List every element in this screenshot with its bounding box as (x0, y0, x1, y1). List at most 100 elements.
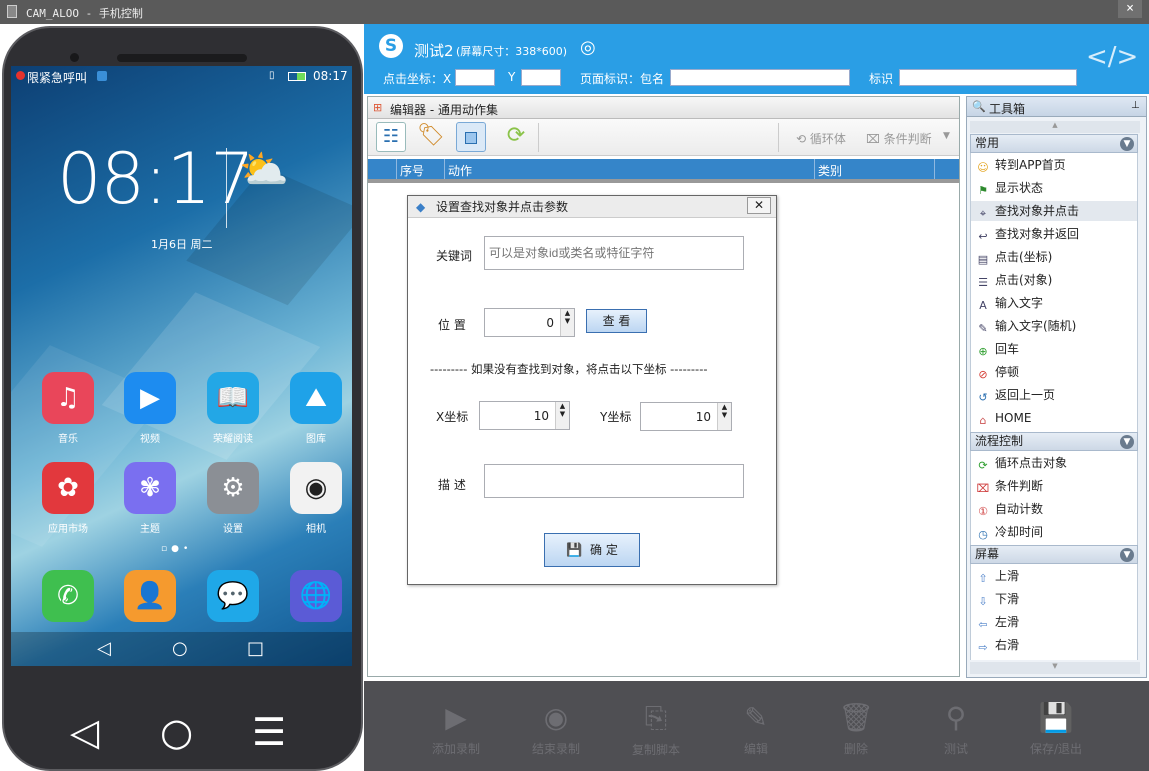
video-play-icon[interactable]: ▶ (124, 372, 176, 424)
condition-button[interactable]: ⌧ 条件判断 (866, 130, 932, 147)
toolbox-item[interactable]: ☰ 点击(对象) (976, 270, 1052, 290)
toolbox-item[interactable]: ▤ 点击(坐标) (976, 247, 1053, 267)
col-index[interactable]: 序号 (400, 162, 424, 179)
toolbox-item[interactable]: ⇧ 上滑 (976, 566, 1019, 586)
book-icon[interactable]: 📖 (207, 372, 259, 424)
chevron-down-icon[interactable]: ▼ (1120, 548, 1134, 562)
hw-home-icon[interactable]: ○ (160, 710, 193, 754)
toolbox-item[interactable]: ✎ 输入文字(随机) (976, 316, 1076, 336)
nav-back-icon[interactable]: ◁ (97, 638, 111, 659)
stepper-arrows-icon[interactable]: ▲ ▼ (560, 309, 574, 336)
toolbox-item[interactable]: ⌧ 条件判断 (976, 476, 1043, 496)
huawei-appstore-icon[interactable]: ✿ (42, 462, 94, 514)
coord-x-input[interactable] (455, 69, 495, 86)
phone-screen[interactable]: 限紧急呼叫 ▯ 08:17 08:17 ⛅ 1月6日 周二 ▫●• ◁ ○ □ … (11, 66, 352, 666)
contacts-icon[interactable]: 👤 (124, 570, 176, 622)
toolbox-section-header[interactable]: 屏幕 ▼ (970, 545, 1138, 564)
settings-gear-icon[interactable]: ⚙ (207, 462, 259, 514)
toolbar-divider (538, 123, 539, 152)
stepper-arrows-icon[interactable]: ▲ ▼ (717, 403, 731, 430)
code-tag-icon[interactable]: </> (1086, 42, 1138, 72)
status-time: 08:17 (313, 69, 348, 83)
stop-record-button[interactable]: ◉ 结束录制 (516, 701, 596, 757)
toolbox-item[interactable]: ① 自动计数 (976, 499, 1043, 519)
toolbox-item[interactable]: A 输入文字 (976, 293, 1043, 313)
x-coord-stepper[interactable]: 10 ▲ ▼ (479, 401, 570, 430)
toolbox-item[interactable]: ⌂ HOME (976, 408, 1032, 428)
toolbox-item[interactable]: ⌖ 查找对象并点击 (971, 201, 1137, 221)
save-button[interactable]: 💾 保存/退出 (1016, 701, 1096, 757)
col-category[interactable]: 类别 (818, 162, 842, 179)
position-stepper[interactable]: 0 ▲ ▼ (484, 308, 575, 337)
status-app-icon (97, 71, 107, 81)
ok-button[interactable]: 💾 确 定 (544, 533, 640, 567)
window-close-button[interactable]: × (1118, 0, 1142, 18)
tag-icon[interactable]: 🏷 (416, 122, 446, 152)
chevron-down-icon[interactable]: ▼ (1120, 435, 1134, 449)
view-button[interactable]: 查 看 (586, 309, 647, 333)
nav-recent-icon[interactable]: □ (247, 638, 264, 659)
dialog-close-button[interactable]: ✕ (747, 197, 771, 214)
toolbox-item-label: 点击(坐标) (995, 250, 1053, 264)
toolbox-item[interactable]: ◷ 冷却时间 (976, 522, 1043, 542)
toolbox-scroll-up[interactable]: ▲ (970, 121, 1140, 133)
loop-button[interactable]: ⟲ 循环体 (796, 130, 846, 147)
chevron-down-icon[interactable]: ▼ (1120, 137, 1134, 151)
copy-script-button[interactable]: ⎘ 复制脚本 (616, 701, 696, 758)
toolbox-scroll-down[interactable]: ▼ (970, 662, 1140, 674)
list-view-icon[interactable]: ☷ (376, 122, 406, 152)
app-icon (7, 5, 17, 18)
toolbox-section-header[interactable]: 常用 ▼ (970, 134, 1138, 153)
toolbox-item[interactable]: ⊘ 停顿 (976, 362, 1019, 382)
gallery-icon[interactable]: ⛰ (290, 372, 342, 424)
toolbox-item-label: 左滑 (995, 615, 1020, 629)
theme-icon[interactable]: ✾ (124, 462, 176, 514)
eye-icon[interactable]: ◎ (580, 37, 596, 58)
music-icon[interactable]: ♫ (42, 372, 94, 424)
bottom-toolbar: ▶ 添加录制 ◉ 结束录制 ⎘ 复制脚本 ✎ 编辑 🗑 删除 ⚲ 测试 💾 保存/退出 (364, 681, 1149, 771)
toolbox-item[interactable]: ⇦ 左滑 (976, 612, 1019, 632)
chevron-down-icon[interactable]: ▼ (943, 131, 950, 141)
col-action[interactable]: 动作 (448, 162, 472, 179)
y-coord-label: Y坐标 (600, 410, 632, 424)
toolbox-item-label: 冷却时间 (995, 525, 1044, 539)
pause-circle-icon: ⊘ (978, 368, 988, 381)
trash-button[interactable]: 🗑 删除 (816, 701, 896, 757)
toolbox-item[interactable]: ☺ 转到APP首页 (976, 155, 1065, 175)
coord-y-label: Y (508, 70, 516, 84)
nav-home-icon[interactable]: ○ (172, 638, 188, 659)
y-coord-stepper[interactable]: 10 ▲ ▼ (640, 402, 732, 431)
keyword-input[interactable] (484, 236, 744, 270)
bottom-button-label: 结束录制 (531, 742, 580, 756)
messages-icon[interactable]: 💬 (207, 570, 259, 622)
stepper-arrows-icon[interactable]: ▲ ▼ (555, 402, 569, 429)
phone-call-icon[interactable]: ✆ (42, 570, 94, 622)
record-button[interactable]: ▶ 添加录制 (416, 701, 496, 757)
window-titlebar: CAM_ALOO - 手机控制 × (0, 0, 1149, 24)
toolbox-section-body: ⇧ 上滑 ⇩ 下滑 ⇦ 左滑 ⇨ 右滑 (970, 564, 1138, 660)
hw-back-icon[interactable]: ◁ (70, 710, 99, 754)
toolbox-item-label: 显示状态 (995, 181, 1044, 195)
page-id-input[interactable] (670, 69, 850, 86)
x-coord-value: 10 (533, 409, 549, 423)
toolbox-item[interactable]: ⟳ 循环点击对象 (976, 453, 1067, 473)
toolbox-item[interactable]: ⇩ 下滑 (976, 589, 1019, 609)
mark-input[interactable] (899, 69, 1077, 86)
toolbox-item[interactable]: ⇨ 右滑 (976, 635, 1019, 655)
toolbox-item[interactable]: ↩ 查找对象并返回 (976, 224, 1079, 244)
edit-button[interactable]: ✎ 编辑 (716, 701, 796, 757)
toolbox-item[interactable]: ⚑ 显示状态 (976, 178, 1043, 198)
pin-icon[interactable]: ⊥ (1131, 100, 1140, 111)
toolbox-section-header[interactable]: 流程控制 ▼ (970, 432, 1138, 451)
toolbox-item[interactable]: ↺ 返回上一页 (976, 385, 1055, 405)
camera-icon[interactable]: ◉ (290, 462, 342, 514)
toolbox-item[interactable]: ⊕ 回车 (976, 339, 1019, 359)
refresh-icon[interactable]: ⟳ (501, 122, 531, 152)
hw-menu-icon[interactable]: ☰ (252, 710, 286, 754)
description-input[interactable] (484, 464, 744, 498)
alert-dot-icon (16, 71, 25, 80)
select-box-icon[interactable] (456, 122, 486, 152)
test-search-button[interactable]: ⚲ 测试 (916, 701, 996, 757)
coord-y-input[interactable] (521, 69, 561, 86)
browser-globe-icon[interactable]: 🌐 (290, 570, 342, 622)
